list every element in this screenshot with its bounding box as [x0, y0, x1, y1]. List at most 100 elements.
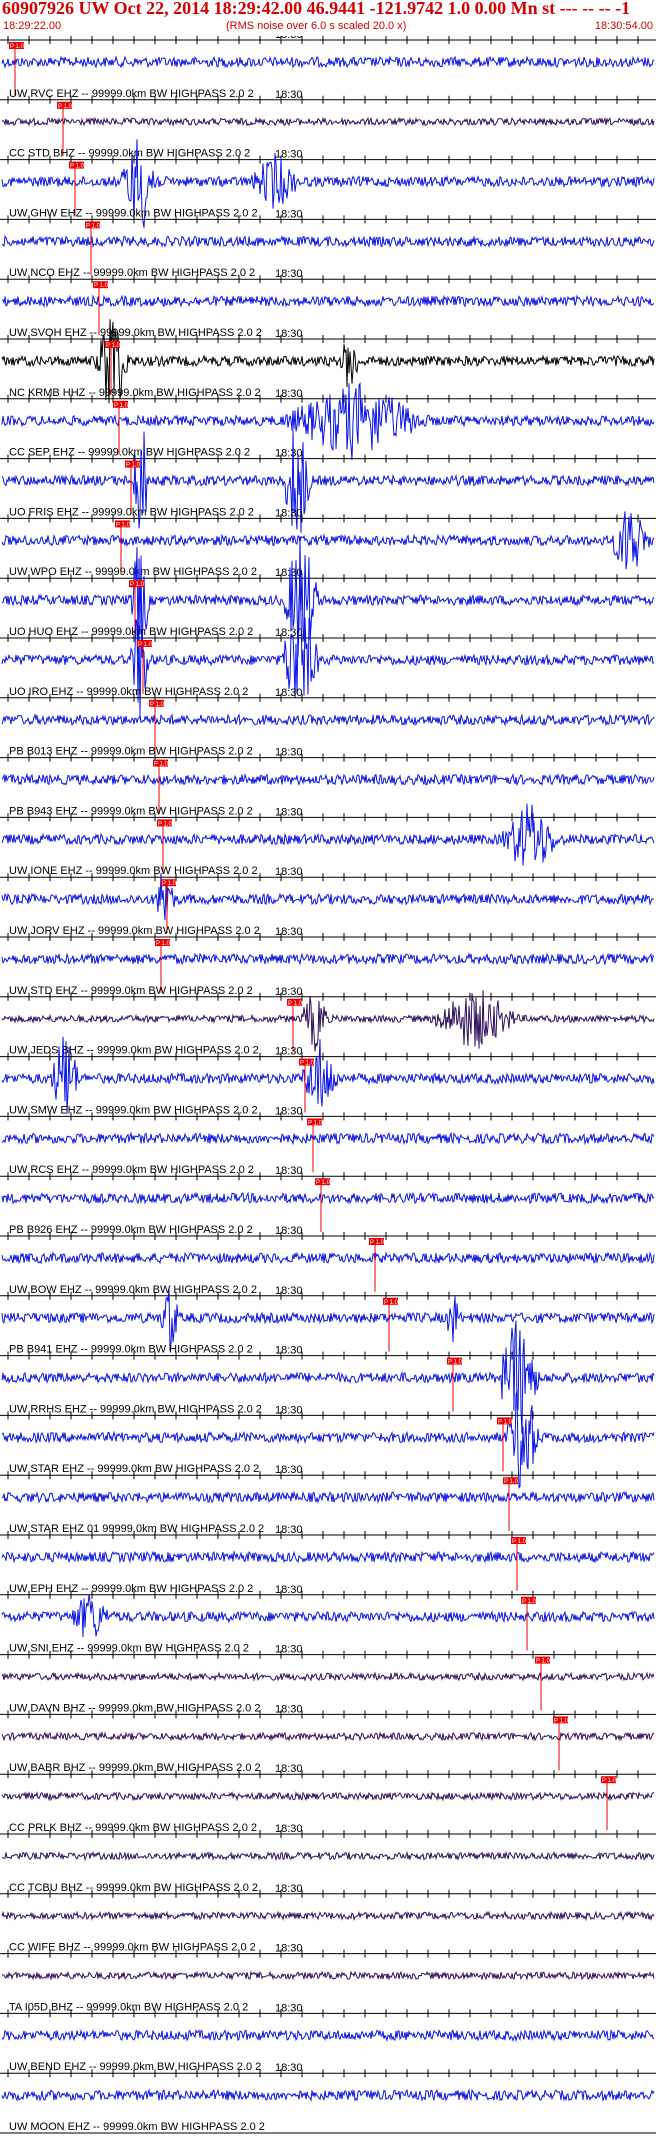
waveform	[1, 872, 655, 921]
waveform	[2, 537, 655, 658]
pick-label: P 1.0	[130, 582, 145, 588]
time-marker-label: 18:30	[275, 328, 303, 340]
trace-row: 18:30 P 1.0 CC STD BHZ -- 99999.0km BW HIG…	[0, 89, 656, 160]
start-time: 18:29:22.00	[3, 20, 62, 32]
station-label: PB B013 EHZ -- 99999.0km BW HIGHPASS 2.0…	[9, 746, 253, 758]
time-marker-label: 18:30	[275, 1225, 303, 1237]
trace-row: 18:30 P 1.0 PB B941 EHZ -- 99999.0km BW HI…	[0, 1285, 656, 1356]
waveform	[1, 952, 655, 966]
pick-label: P 1.0	[154, 762, 169, 768]
trace-row: 18:30 P 1.0 UO HUO EHZ -- 99999.0km BW HIG…	[0, 537, 656, 658]
station-label: TA I05D BHZ -- 99999.0km BW HIGHPASS 2.0…	[9, 2001, 248, 2013]
pick-label: P 1.0	[512, 1539, 527, 1545]
station-label: UW WPO EHZ -- 99999.0km BW HIGHPASS 2.0 …	[9, 566, 257, 578]
time-marker-label: 18:30	[275, 507, 303, 519]
trace-row: 18:30 P 1.0 UW DAVN BHZ -- 99999.0km BW HI…	[0, 1644, 656, 1714]
pick-label: P 1.0	[370, 1240, 385, 1246]
pick-label: P 1.0	[156, 941, 171, 947]
station-label: PB B941 EHZ -- 99999.0km BW HIGHPASS 2.0…	[9, 1344, 253, 1356]
time-marker-label: 18:30	[275, 2062, 303, 2074]
waveform	[1, 1131, 655, 1146]
waveform	[1, 2088, 655, 2103]
pick-marker: P 1.0	[503, 1477, 519, 1531]
time-marker-label: 18:30	[275, 567, 303, 579]
trace-row: 18:30 P 1.0 UW SVOH EHZ -- 99999.0km BW HI…	[0, 268, 656, 339]
waveform	[1, 772, 655, 787]
time-marker-label: 18:30	[275, 1105, 303, 1117]
station-label: PB B926 EHZ -- 99999.0km BW HIGHPASS 2.0…	[9, 1224, 253, 1236]
trace-row: 18:30 P 1.0 CC PRLK BHZ -- 99999.0km BW HI…	[0, 1763, 656, 1834]
waveform	[1, 1320, 655, 1434]
pick-label: P 1.0	[316, 1180, 331, 1186]
trace-row: 18:30 P 1.0 UO FRIS EHZ -- 99999.0km BW HI…	[0, 429, 656, 533]
trace-row: 18:30 P 1.0 UW BABR BHZ -- 99999.0km BW HI…	[0, 1703, 656, 1774]
station-label: CC WIFE BHZ -- 99999.0km BW HIGHPASS 2.0…	[9, 1942, 256, 1954]
waveform	[1, 990, 655, 1052]
trace-row: 18:30P 1.0UW JORV EHZ -- 99999.0km BW HI…	[0, 866, 656, 937]
station-label: CC SEP EHZ -- 99999.0km BW HIGHPASS 2.0 …	[9, 447, 250, 459]
seismogram-plot: 18:30 P 1.0 UW RVC EHZ -- 99999.0km BW HIG…	[0, 36, 656, 2134]
trace-row: 18:30P 1.0UW JEDS BHZ -- 99999.0km BW HI…	[0, 986, 656, 1057]
time-marker-label: 18:30	[275, 1943, 303, 1955]
station-label: UW GHW EHZ -- 99999.0km BW HIGHPASS 2.0 …	[9, 207, 258, 219]
pick-marker: P 1.0	[287, 998, 303, 1053]
time-marker-label: 18:30	[275, 1464, 303, 1476]
time-marker-label: 18:30	[275, 1285, 303, 1297]
pick-label: P 1.0	[116, 522, 131, 528]
waveform	[1, 511, 655, 570]
station-label: UW RCS EHZ -- 99999.0km BW HIGHPASS 2.0 …	[9, 1164, 254, 1176]
station-label: UW DAVN BHZ -- 99999.0km BW HIGHPASS 2.0…	[9, 1702, 260, 1714]
waveform	[1, 1850, 655, 1862]
station-label: UW SNI EHZ -- 99999.0km BW HIGHPASS 2.0 …	[9, 1643, 249, 1655]
pick-label: P 1.0	[536, 1659, 551, 1665]
pick-marker: P 1.0	[369, 1238, 385, 1292]
station-label: UW BOW EHZ -- 99999.0km BW HIGHPASS 2.0 …	[9, 1284, 257, 1296]
waveform	[1, 1490, 655, 1504]
trace-row: 18:30 P 1.0 PB B013 EHZ -- 99999.0km BW HI…	[0, 687, 656, 758]
pick-label: P 1.0	[94, 283, 109, 289]
pick-label: P 1.0	[158, 821, 173, 827]
waveform	[1, 1251, 655, 1265]
waveform	[1, 1289, 655, 1352]
waveform	[1, 1790, 655, 1802]
trace-row: 18:30 P 1.0 UW RVC EHZ -- 99999.0km BW HIG…	[0, 36, 656, 100]
pick-marker: P 1.0	[553, 1716, 569, 1771]
waveform	[1, 1594, 655, 1638]
pick-label: P 1.0	[138, 642, 153, 648]
station-label: UW BABR BHZ -- 99999.0km BW HIGHPASS 2.0…	[9, 1762, 261, 1774]
time-marker-label: 18:30	[275, 986, 303, 998]
station-label: UO FRIS EHZ -- 99999.0km BW HIGHPASS 2.0…	[9, 506, 254, 518]
waveform	[2, 1970, 655, 1981]
time-marker-label: 18:30	[275, 2002, 303, 2014]
time-marker-label: 18:30	[275, 1703, 303, 1715]
time-marker-label: 18:30	[275, 1883, 303, 1895]
pick-label: P 1.0	[86, 223, 101, 229]
time-marker-label: 18:30	[275, 806, 303, 818]
station-label: UW EPH EHZ -- 99999.0km BW HIGHPASS 2.0 …	[9, 1583, 253, 1595]
waveform	[1, 1730, 655, 1742]
scale-note: (RMS noise over 6.0 s scaled 20.0 x)	[226, 20, 407, 32]
time-marker-label: 18:30	[275, 687, 303, 699]
trace-row: 18:30 P 1.0 UW RRHS EHZ -- 99999.0km BW HI…	[0, 1320, 656, 1434]
pick-marker: P 1.0	[299, 1058, 315, 1113]
waveform	[1, 234, 655, 249]
pick-marker: P 1.0	[315, 1178, 331, 1232]
pick-label: P 1.0	[522, 1599, 537, 1605]
time-marker-label: 18:30	[275, 1046, 303, 1058]
event-title: 60907926 UW Oct 22, 2014 18:29:42.00 46.…	[2, 0, 631, 18]
station-label: NC KRMB HHZ -- 99999.0km BW HIGHPASS 2.0…	[9, 387, 261, 399]
pick-marker: P 1.0	[383, 1297, 399, 1352]
station-label: UW STD EHZ -- 99999.0km BW HIGHPASS 2.0 …	[9, 985, 253, 997]
pick-marker: P 1.0	[511, 1537, 527, 1591]
trace-row: 18:30 P 1.0 UW SNI EHZ -- 99999.0km BW HIG…	[0, 1584, 656, 1655]
trace-row: 18:30P 1.0UW NCO EHZ -- 99999.0km BW HIG…	[0, 208, 656, 279]
pick-label: P 1.0	[10, 44, 25, 50]
time-marker-label: 18:30	[275, 1345, 303, 1357]
pick-label: P 1.0	[384, 1300, 399, 1306]
waveform	[1, 2028, 655, 2043]
station-label: CC PRLK BHZ -- 99999.0km BW HIGHPASS 2.0…	[9, 1822, 257, 1834]
end-time: 18:30:54.00	[594, 20, 653, 32]
pick-label: P 1.0	[58, 104, 73, 110]
station-label: UO IRO EHZ -- 99999.0km BW HIGHPASS 2.0 …	[9, 686, 248, 698]
pick-label: P 1.0	[498, 1419, 513, 1425]
